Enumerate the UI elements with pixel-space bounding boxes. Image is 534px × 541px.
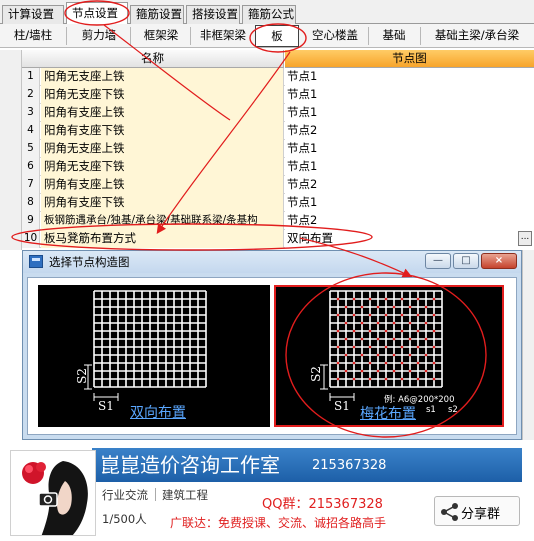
scrollbar[interactable] <box>522 250 534 440</box>
node-cell[interactable]: 节点1 <box>285 194 534 212</box>
divider <box>130 27 131 45</box>
row-number: 10 <box>22 230 40 248</box>
spacing-s2: s2 <box>448 405 458 415</box>
select-node-dialog: 选择节点构造图 — □ × S2 S1 双向布置 S2 S1 例: A6@200… <box>22 250 522 440</box>
name-cell: 阴角无支座下铁 <box>41 158 284 176</box>
maximize-button[interactable]: □ <box>453 253 479 269</box>
divider <box>66 27 67 45</box>
row-number: 7 <box>22 176 40 194</box>
subtab-shear-wall[interactable]: 剪力墙 <box>70 26 128 46</box>
dialog-title-bar[interactable]: 选择节点构造图 — □ × <box>23 251 521 273</box>
name-cell: 阳角有支座下铁 <box>41 122 284 140</box>
table-row[interactable]: 5 阴角无支座上铁 节点1 <box>22 140 534 158</box>
avatar-image <box>11 451 95 535</box>
node-cell[interactable]: 节点1 <box>285 68 534 86</box>
table-row[interactable]: 3 阳角有支座上铁 节点1 <box>22 104 534 122</box>
ad-text: 广联达：免费授课、交流、诚招各路高手 <box>170 516 387 530</box>
category-industry[interactable]: 行业交流 <box>102 487 148 503</box>
subtab-column-wall-column[interactable]: 柱/墙柱 <box>4 26 62 46</box>
row-number: 1 <box>22 68 40 86</box>
row-number: 9 <box>22 212 40 230</box>
s2-label: S2 <box>308 366 323 382</box>
divider <box>155 488 156 501</box>
subtab-slab[interactable]: 板 <box>255 25 299 47</box>
name-cell: 阳角有支座上铁 <box>41 104 284 122</box>
row-number: 3 <box>22 104 40 122</box>
tab-lap-settings[interactable]: 搭接设置 <box>186 5 240 24</box>
category-construction[interactable]: 建筑工程 <box>162 487 208 503</box>
table-row[interactable]: 9 板钢筋遇承台/独基/承台梁/基础联系梁/条基构 节点2 <box>22 212 534 230</box>
studio-name: 崑崑造价咨询工作室 <box>100 453 280 477</box>
share-icon <box>441 503 458 521</box>
node-cell[interactable]: 节点1 <box>285 86 534 104</box>
subtab-foundation[interactable]: 基础 <box>372 26 416 46</box>
share-group-button[interactable]: 分享群 <box>434 496 520 526</box>
node-cell[interactable]: 节点2 <box>285 122 534 140</box>
caption-quincunx: 梅花布置 <box>360 406 416 422</box>
column-header-node-diagram[interactable]: 节点图 <box>285 50 534 68</box>
row-number: 6 <box>22 158 40 176</box>
minimize-button[interactable]: — <box>425 253 451 269</box>
table-header: 名称 节点图 <box>22 50 534 68</box>
promo-banner: 崑崑造价咨询工作室 215367328 行业交流 建筑工程 1/500人 QQ群… <box>0 440 534 541</box>
s1-label: S1 <box>334 399 350 413</box>
left-gutter <box>0 50 22 250</box>
node-cell[interactable]: 双向布置 ... <box>285 230 534 248</box>
tab-calc-settings[interactable]: 计算设置 <box>2 5 64 24</box>
subtab-frame-beam[interactable]: 框架梁 <box>132 26 190 46</box>
row-number: 4 <box>22 122 40 140</box>
divider <box>420 27 421 45</box>
name-cell: 阴角有支座上铁 <box>41 176 284 194</box>
node-cell[interactable]: 节点1 <box>285 104 534 122</box>
table-row[interactable]: 1 阳角无支座上铁 节点1 <box>22 68 534 86</box>
name-cell: 阳角无支座上铁 <box>41 68 284 86</box>
name-cell: 阴角无支座上铁 <box>41 140 284 158</box>
tab-stirrup-formula[interactable]: 箍筋公式 <box>242 5 296 24</box>
tab-node-settings[interactable]: 节点设置 <box>66 2 128 25</box>
window-icon <box>29 255 43 268</box>
option-bidirectional[interactable]: S2 S1 双向布置 <box>38 285 270 427</box>
dialog-title: 选择节点构造图 <box>49 255 130 269</box>
caption-bidirectional: 双向布置 <box>130 405 186 421</box>
row-number: 5 <box>22 140 40 158</box>
table-row[interactable]: 2 阳角无支座下铁 节点1 <box>22 86 534 104</box>
name-cell: 板马凳筋布置方式 <box>41 230 284 248</box>
divider <box>368 27 369 45</box>
subtab-hollow-floor[interactable]: 空心楼盖 <box>306 26 364 46</box>
banner-qq-number: 215367328 <box>312 458 387 473</box>
close-button[interactable]: × <box>481 253 517 269</box>
spacing-s1: s1 <box>426 405 436 415</box>
subtab-foundation-main-beam[interactable]: 基础主梁/承台梁 <box>424 26 530 46</box>
member-type-tab-bar: 柱/墙柱 剪力墙 框架梁 非框架梁 板 空心楼盖 基础 基础主梁/承台梁 <box>0 24 534 48</box>
divider <box>190 27 191 45</box>
table-row[interactable]: 4 阳角有支座下铁 节点2 <box>22 122 534 140</box>
name-cell: 板钢筋遇承台/独基/承台梁/基础联系梁/条基构 <box>41 212 284 230</box>
row-number: 8 <box>22 194 40 212</box>
s1-label: S1 <box>98 399 114 413</box>
main-tab-bar: 计算设置 节点设置 箍筋设置 搭接设置 箍筋公式 <box>0 0 534 25</box>
table-row[interactable]: 8 阴角有支座下铁 节点1 <box>22 194 534 212</box>
table-row[interactable]: 6 阴角无支座下铁 节点1 <box>22 158 534 176</box>
name-cell: 阴角有支座下铁 <box>41 194 284 212</box>
node-cell[interactable]: 节点2 <box>285 176 534 194</box>
node-cell[interactable]: 节点1 <box>285 140 534 158</box>
node-cell[interactable]: 节点2 <box>285 212 534 230</box>
qq-group-number: QQ群：215367328 <box>262 497 383 512</box>
table-row[interactable]: 10 板马凳筋布置方式 双向布置 ... <box>22 230 534 248</box>
member-count: 1/500人 <box>102 512 147 526</box>
browse-button[interactable]: ... <box>518 231 532 246</box>
share-label: 分享群 <box>461 507 501 522</box>
row-number: 2 <box>22 86 40 104</box>
node-cell[interactable]: 节点1 <box>285 158 534 176</box>
name-cell: 阳角无支座下铁 <box>41 86 284 104</box>
column-header-name[interactable]: 名称 <box>22 50 284 68</box>
option-quincunx[interactable]: S2 S1 例: A6@200*200 s1 s2 梅花布置 <box>274 285 504 427</box>
node-value: 双向布置 <box>287 231 333 245</box>
table-row[interactable]: 7 阴角有支座上铁 节点2 <box>22 176 534 194</box>
s2-label: S2 <box>74 368 89 384</box>
avatar[interactable] <box>10 450 96 536</box>
dialog-body: S2 S1 双向布置 S2 S1 例: A6@200*200 s1 s2 梅花布… <box>27 277 517 435</box>
tab-stirrup-settings[interactable]: 箍筋设置 <box>130 5 184 24</box>
subtab-non-frame-beam[interactable]: 非框架梁 <box>192 26 254 46</box>
